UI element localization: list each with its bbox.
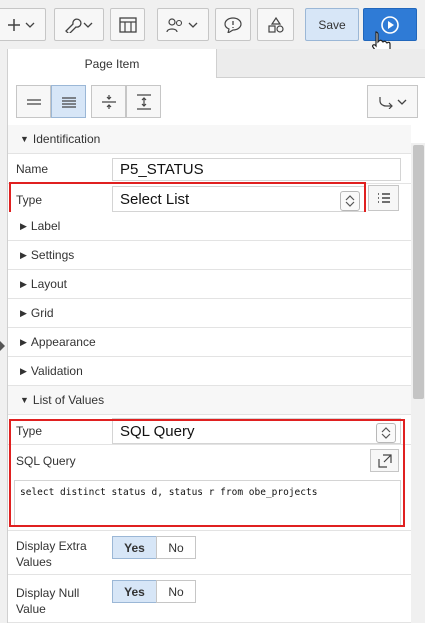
page-layout-button[interactable]	[110, 8, 145, 41]
comment-icon	[224, 16, 242, 33]
group-title: Label	[30, 219, 61, 233]
shared-components-button[interactable]	[257, 8, 294, 41]
plus-icon	[8, 18, 35, 31]
property-row-display-extra: Display Extra Values Yes No	[8, 531, 411, 575]
group-identification[interactable]: ▼ Identification	[8, 125, 411, 154]
triangle-right-icon: ▶	[20, 336, 27, 347]
triangle-right-icon: ▶	[20, 249, 27, 260]
tab-page-item[interactable]: Page Item	[8, 49, 217, 78]
display-null-no[interactable]: No	[156, 580, 196, 603]
group-title: Settings	[30, 248, 75, 262]
group-appearance[interactable]: ▶ Appearance	[8, 328, 411, 357]
expand-all-button[interactable]	[126, 85, 161, 118]
label-line: Display Null	[16, 586, 80, 600]
page-layout-icon	[118, 16, 137, 33]
label-line: Values	[16, 555, 52, 569]
display-extra-no[interactable]: No	[156, 536, 196, 559]
triangle-down-icon: ▼	[20, 395, 29, 405]
show-all-button[interactable]	[51, 85, 86, 118]
go-to-group-icon	[378, 96, 406, 109]
list-values-button[interactable]	[368, 185, 399, 211]
scrollbar-thumb[interactable]	[413, 145, 424, 399]
group-title: List of Values	[32, 393, 105, 407]
group-title: Appearance	[30, 335, 96, 349]
vertical-scrollbar[interactable]	[411, 143, 425, 623]
triangle-right-icon: ▶	[20, 220, 27, 231]
label-line: Display Extra	[16, 539, 87, 553]
wrench-icon	[65, 18, 93, 33]
group-title: Layout	[30, 277, 67, 291]
highlight-type-box	[9, 182, 366, 215]
group-title: Grid	[30, 306, 54, 320]
team-icon	[166, 17, 198, 32]
go-to-group-button[interactable]	[367, 85, 418, 118]
label-line: Value	[16, 602, 46, 616]
display-extra-label: Display Extra Values	[16, 538, 87, 570]
group-validation[interactable]: ▶ Validation	[8, 357, 411, 386]
all-lines-icon	[61, 96, 76, 108]
comments-button[interactable]	[215, 8, 251, 41]
collapse-arrow-icon	[0, 341, 5, 351]
list-icon	[377, 193, 390, 203]
collapse-icon	[101, 94, 116, 109]
group-grid[interactable]: ▶ Grid	[8, 299, 411, 328]
display-null-label: Display Null Value	[16, 585, 79, 617]
group-layout[interactable]: ▶ Layout	[8, 270, 411, 299]
collapse-all-button[interactable]	[91, 85, 126, 118]
group-settings[interactable]: ▶ Settings	[8, 241, 411, 270]
expand-icon	[136, 93, 151, 110]
left-splitter-handle[interactable]	[0, 340, 5, 351]
property-editor-panel: Page Item ▼ Identification Name P5_STATU…	[7, 49, 425, 623]
property-row-display-null: Display Null Value Yes No	[8, 575, 411, 623]
group-label[interactable]: ▶ Label	[8, 212, 411, 241]
triangle-down-icon: ▼	[20, 134, 29, 144]
group-list-of-values[interactable]: ▼ List of Values	[8, 386, 411, 415]
name-input[interactable]: P5_STATUS	[112, 158, 401, 181]
save-button[interactable]: Save	[305, 8, 359, 41]
display-extra-yes[interactable]: Yes	[112, 536, 157, 559]
group-title: Validation	[30, 364, 83, 378]
property-row-name: Name P5_STATUS	[8, 154, 411, 184]
team-dev-menu-button[interactable]	[157, 8, 209, 41]
triangle-right-icon: ▶	[20, 365, 27, 376]
triangle-right-icon: ▶	[20, 278, 27, 289]
group-label: Identification	[32, 132, 101, 146]
triangle-right-icon: ▶	[20, 307, 27, 318]
add-menu-button[interactable]	[0, 8, 46, 41]
shared-components-icon	[267, 16, 284, 33]
utilities-menu-button[interactable]	[54, 8, 104, 41]
name-label: Name	[16, 162, 49, 176]
highlight-lov-box	[9, 419, 405, 527]
lines-icon	[26, 98, 41, 105]
display-null-yes[interactable]: Yes	[112, 580, 157, 603]
tab-bar: Page Item	[8, 49, 425, 78]
show-common-button[interactable]	[16, 85, 51, 118]
